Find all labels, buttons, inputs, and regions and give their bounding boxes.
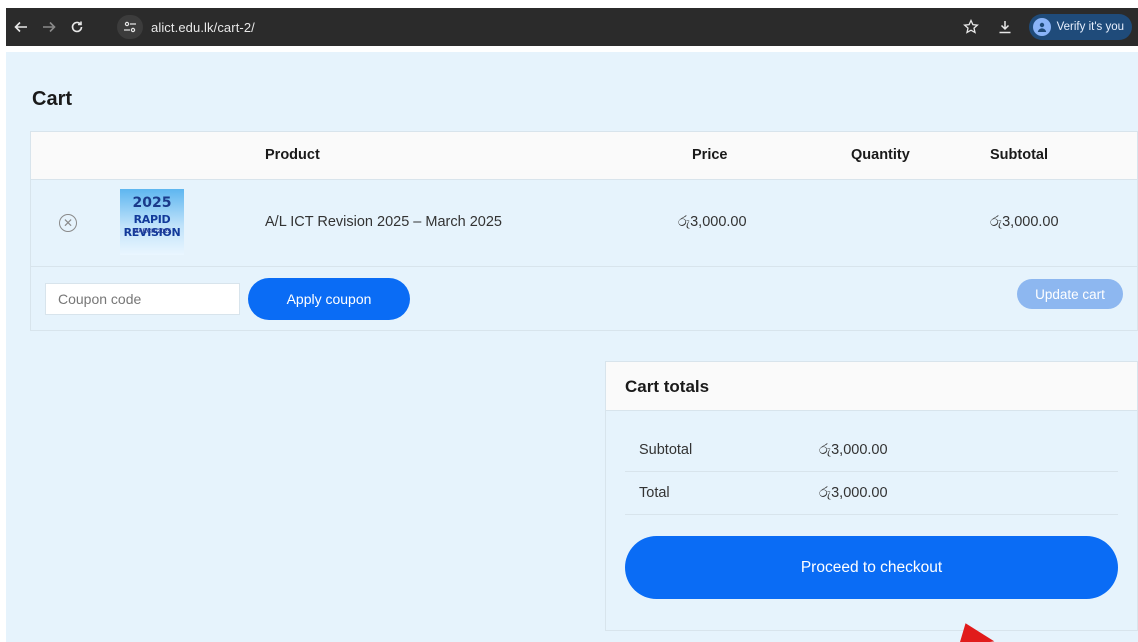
thumbnail-year: 2025 bbox=[132, 195, 172, 211]
totals-subtotal-label: Subtotal bbox=[639, 442, 693, 458]
coupon-code-input[interactable] bbox=[45, 283, 240, 315]
apply-coupon-button[interactable]: Apply coupon bbox=[248, 278, 410, 320]
product-name-link[interactable]: A/L ICT Revision 2025 – March 2025 bbox=[265, 214, 502, 230]
site-info-icon[interactable] bbox=[117, 15, 143, 39]
header-subtotal: Subtotal bbox=[990, 147, 1048, 163]
product-subtotal: රු3,000.00 bbox=[990, 214, 1059, 230]
reload-icon[interactable] bbox=[64, 14, 90, 40]
totals-total-label: Total bbox=[639, 485, 670, 501]
product-price: රු3,000.00 bbox=[678, 214, 747, 230]
cart-page: Cart Product Price Quantity Subtotal ✕ 2… bbox=[6, 52, 1138, 642]
cart-totals-header: Cart totals bbox=[606, 362, 1137, 411]
totals-subtotal-row: Subtotal රු3,000.00 bbox=[625, 429, 1118, 472]
verify-label: Verify it's you bbox=[1056, 21, 1124, 33]
cart-actions: Apply coupon Update cart bbox=[31, 267, 1137, 331]
page-title: Cart bbox=[32, 88, 73, 110]
header-price: Price bbox=[692, 147, 728, 163]
cart-table: Product Price Quantity Subtotal ✕ 2025 R… bbox=[30, 131, 1138, 331]
remove-item-icon[interactable]: ✕ bbox=[59, 214, 77, 232]
header-quantity: Quantity bbox=[851, 147, 910, 163]
proceed-to-checkout-button[interactable]: Proceed to checkout bbox=[625, 536, 1118, 599]
browser-toolbar: alict.edu.lk/cart-2/ Verify it's you bbox=[6, 8, 1138, 46]
cart-table-header: Product Price Quantity Subtotal bbox=[31, 132, 1137, 180]
address-bar[interactable]: alict.edu.lk/cart-2/ bbox=[117, 13, 947, 41]
totals-subtotal-value: රු3,000.00 bbox=[819, 442, 888, 458]
bookmark-star-icon[interactable] bbox=[957, 13, 985, 41]
back-icon[interactable] bbox=[8, 14, 34, 40]
cart-totals: Cart totals Subtotal රු3,000.00 Total රු… bbox=[605, 361, 1138, 631]
profile-icon bbox=[1032, 18, 1051, 36]
forward-icon[interactable] bbox=[36, 14, 62, 40]
browser-right-tools: Verify it's you bbox=[957, 13, 1132, 41]
thumbnail-title: RAPID REVISION bbox=[123, 213, 181, 239]
url-text[interactable]: alict.edu.lk/cart-2/ bbox=[151, 20, 255, 35]
mouse-cursor-icon bbox=[955, 619, 995, 642]
download-icon[interactable] bbox=[991, 13, 1019, 41]
browser-chrome: alict.edu.lk/cart-2/ Verify it's you bbox=[0, 0, 1138, 52]
thumbnail-date: MARCH-2025 bbox=[133, 229, 171, 235]
cart-totals-title: Cart totals bbox=[625, 377, 710, 396]
update-cart-button[interactable]: Update cart bbox=[1017, 279, 1123, 309]
table-row: ✕ 2025 RAPID REVISION MARCH-2025 A/L ICT… bbox=[31, 180, 1137, 267]
totals-total-value: රු3,000.00 bbox=[819, 485, 888, 501]
header-product: Product bbox=[265, 147, 320, 163]
product-thumbnail[interactable]: 2025 RAPID REVISION MARCH-2025 bbox=[120, 189, 184, 255]
verify-identity-button[interactable]: Verify it's you bbox=[1028, 14, 1132, 40]
totals-total-row: Total රු3,000.00 bbox=[625, 472, 1118, 515]
